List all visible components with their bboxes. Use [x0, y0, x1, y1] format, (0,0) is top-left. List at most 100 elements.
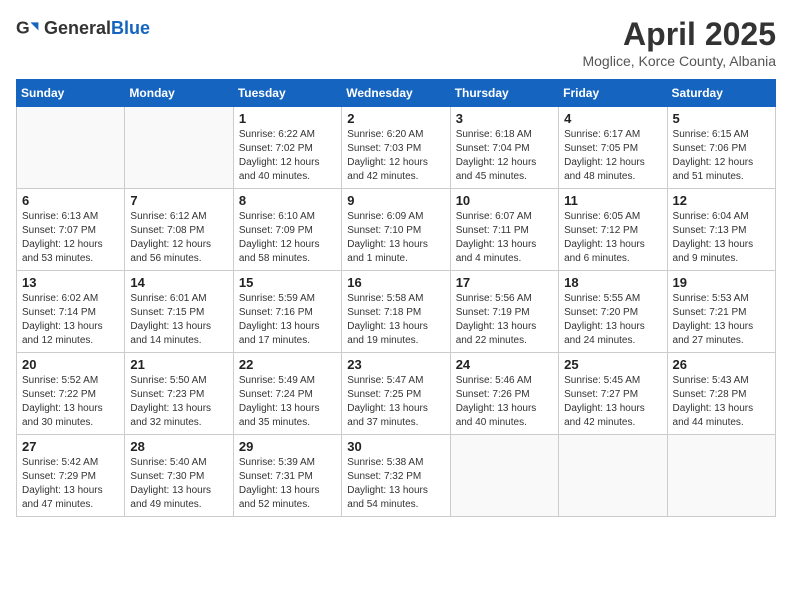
calendar-cell: 24 Sunrise: 5:46 AM Sunset: 7:26 PM Dayli…: [450, 353, 558, 435]
week-row-2: 6 Sunrise: 6:13 AM Sunset: 7:07 PM Daylig…: [17, 189, 776, 271]
day-number: 7: [130, 193, 227, 208]
day-info: Sunrise: 6:10 AM Sunset: 7:09 PM Dayligh…: [239, 210, 336, 266]
day-info: Sunrise: 6:04 AM Sunset: 7:13 PM Dayligh…: [673, 210, 770, 266]
logo-icon: G: [16, 16, 40, 40]
day-number: 26: [673, 357, 770, 372]
day-info: Sunrise: 6:20 AM Sunset: 7:03 PM Dayligh…: [347, 128, 444, 184]
day-number: 12: [673, 193, 770, 208]
day-info: Sunrise: 5:38 AM Sunset: 7:32 PM Dayligh…: [347, 456, 444, 512]
day-number: 9: [347, 193, 444, 208]
calendar-cell: 25 Sunrise: 5:45 AM Sunset: 7:27 PM Dayli…: [559, 353, 667, 435]
day-number: 3: [456, 111, 553, 126]
day-info: Sunrise: 5:50 AM Sunset: 7:23 PM Dayligh…: [130, 374, 227, 430]
calendar-cell: 1Sunrise: 6:22 AM Sunset: 7:02 PM Daylig…: [233, 107, 341, 189]
calendar-cell: 20 Sunrise: 5:52 AM Sunset: 7:22 PM Dayli…: [17, 353, 125, 435]
weekday-header-monday: Monday: [125, 80, 233, 107]
weekday-header-friday: Friday: [559, 80, 667, 107]
day-number: 6: [22, 193, 119, 208]
calendar-cell: 26 Sunrise: 5:43 AM Sunset: 7:28 PM Dayli…: [667, 353, 775, 435]
weekday-header-saturday: Saturday: [667, 80, 775, 107]
day-info: Sunrise: 5:49 AM Sunset: 7:24 PM Dayligh…: [239, 374, 336, 430]
day-info: Sunrise: 5:53 AM Sunset: 7:21 PM Dayligh…: [673, 292, 770, 348]
calendar-cell: 11 Sunrise: 6:05 AM Sunset: 7:12 PM Dayli…: [559, 189, 667, 271]
week-row-1: 1Sunrise: 6:22 AM Sunset: 7:02 PM Daylig…: [17, 107, 776, 189]
svg-text:G: G: [16, 18, 30, 38]
day-number: 28: [130, 439, 227, 454]
day-number: 15: [239, 275, 336, 290]
calendar-cell: 7Sunrise: 6:12 AM Sunset: 7:08 PM Daylig…: [125, 189, 233, 271]
calendar-cell: 5 Sunrise: 6:15 AM Sunset: 7:06 PM Daylig…: [667, 107, 775, 189]
day-info: Sunrise: 6:07 AM Sunset: 7:11 PM Dayligh…: [456, 210, 553, 266]
month-title: April 2025: [582, 16, 776, 53]
day-number: 5: [673, 111, 770, 126]
day-info: Sunrise: 5:56 AM Sunset: 7:19 PM Dayligh…: [456, 292, 553, 348]
calendar-cell: [450, 435, 558, 517]
day-info: Sunrise: 6:09 AM Sunset: 7:10 PM Dayligh…: [347, 210, 444, 266]
weekday-header-wednesday: Wednesday: [342, 80, 450, 107]
day-number: 23: [347, 357, 444, 372]
day-info: Sunrise: 6:05 AM Sunset: 7:12 PM Dayligh…: [564, 210, 661, 266]
day-info: Sunrise: 5:39 AM Sunset: 7:31 PM Dayligh…: [239, 456, 336, 512]
calendar-cell: 14Sunrise: 6:01 AM Sunset: 7:15 PM Dayli…: [125, 271, 233, 353]
page-header: G GeneralBlue April 2025 Moglice, Korce …: [16, 16, 776, 69]
day-number: 25: [564, 357, 661, 372]
day-number: 24: [456, 357, 553, 372]
location-title: Moglice, Korce County, Albania: [582, 53, 776, 69]
logo-blue: Blue: [111, 18, 150, 38]
calendar-cell: 27 Sunrise: 5:42 AM Sunset: 7:29 PM Dayli…: [17, 435, 125, 517]
calendar-cell: 23 Sunrise: 5:47 AM Sunset: 7:25 PM Dayli…: [342, 353, 450, 435]
day-info: Sunrise: 5:42 AM Sunset: 7:29 PM Dayligh…: [22, 456, 119, 512]
weekday-header-row: SundayMondayTuesdayWednesdayThursdayFrid…: [17, 80, 776, 107]
day-number: 16: [347, 275, 444, 290]
calendar-cell: 8 Sunrise: 6:10 AM Sunset: 7:09 PM Daylig…: [233, 189, 341, 271]
day-number: 22: [239, 357, 336, 372]
day-info: Sunrise: 6:02 AM Sunset: 7:14 PM Dayligh…: [22, 292, 119, 348]
day-info: Sunrise: 5:59 AM Sunset: 7:16 PM Dayligh…: [239, 292, 336, 348]
calendar-cell: [667, 435, 775, 517]
calendar-cell: 18Sunrise: 5:55 AM Sunset: 7:20 PM Dayli…: [559, 271, 667, 353]
calendar-cell: 15 Sunrise: 5:59 AM Sunset: 7:16 PM Dayli…: [233, 271, 341, 353]
day-info: Sunrise: 5:47 AM Sunset: 7:25 PM Dayligh…: [347, 374, 444, 430]
day-info: Sunrise: 5:43 AM Sunset: 7:28 PM Dayligh…: [673, 374, 770, 430]
calendar-cell: 21 Sunrise: 5:50 AM Sunset: 7:23 PM Dayli…: [125, 353, 233, 435]
calendar-cell: 9 Sunrise: 6:09 AM Sunset: 7:10 PM Daylig…: [342, 189, 450, 271]
day-number: 27: [22, 439, 119, 454]
day-number: 11: [564, 193, 661, 208]
calendar-cell: 4Sunrise: 6:17 AM Sunset: 7:05 PM Daylig…: [559, 107, 667, 189]
week-row-4: 20 Sunrise: 5:52 AM Sunset: 7:22 PM Dayli…: [17, 353, 776, 435]
day-number: 1: [239, 111, 336, 126]
day-number: 19: [673, 275, 770, 290]
calendar-cell: 30Sunrise: 5:38 AM Sunset: 7:32 PM Dayli…: [342, 435, 450, 517]
logo-general: General: [44, 18, 111, 38]
calendar-cell: 28 Sunrise: 5:40 AM Sunset: 7:30 PM Dayli…: [125, 435, 233, 517]
day-number: 20: [22, 357, 119, 372]
calendar-cell: 2Sunrise: 6:20 AM Sunset: 7:03 PM Daylig…: [342, 107, 450, 189]
calendar-cell: 19 Sunrise: 5:53 AM Sunset: 7:21 PM Dayli…: [667, 271, 775, 353]
calendar-cell: [559, 435, 667, 517]
day-info: Sunrise: 6:15 AM Sunset: 7:06 PM Dayligh…: [673, 128, 770, 184]
day-number: 21: [130, 357, 227, 372]
day-number: 8: [239, 193, 336, 208]
calendar-cell: 17 Sunrise: 5:56 AM Sunset: 7:19 PM Dayli…: [450, 271, 558, 353]
calendar-table: SundayMondayTuesdayWednesdayThursdayFrid…: [16, 79, 776, 517]
day-info: Sunrise: 5:52 AM Sunset: 7:22 PM Dayligh…: [22, 374, 119, 430]
calendar-cell: [17, 107, 125, 189]
calendar-cell: 10 Sunrise: 6:07 AM Sunset: 7:11 PM Dayli…: [450, 189, 558, 271]
calendar-cell: 16 Sunrise: 5:58 AM Sunset: 7:18 PM Dayli…: [342, 271, 450, 353]
day-number: 10: [456, 193, 553, 208]
day-info: Sunrise: 5:40 AM Sunset: 7:30 PM Dayligh…: [130, 456, 227, 512]
day-number: 13: [22, 275, 119, 290]
day-info: Sunrise: 5:45 AM Sunset: 7:27 PM Dayligh…: [564, 374, 661, 430]
day-info: Sunrise: 6:13 AM Sunset: 7:07 PM Dayligh…: [22, 210, 119, 266]
day-info: Sunrise: 6:18 AM Sunset: 7:04 PM Dayligh…: [456, 128, 553, 184]
calendar-cell: 3 Sunrise: 6:18 AM Sunset: 7:04 PM Daylig…: [450, 107, 558, 189]
calendar-cell: 12 Sunrise: 6:04 AM Sunset: 7:13 PM Dayli…: [667, 189, 775, 271]
calendar-cell: 6 Sunrise: 6:13 AM Sunset: 7:07 PM Daylig…: [17, 189, 125, 271]
day-number: 4: [564, 111, 661, 126]
day-number: 14: [130, 275, 227, 290]
calendar-cell: 29Sunrise: 5:39 AM Sunset: 7:31 PM Dayli…: [233, 435, 341, 517]
day-number: 17: [456, 275, 553, 290]
calendar-cell: [125, 107, 233, 189]
day-info: Sunrise: 5:58 AM Sunset: 7:18 PM Dayligh…: [347, 292, 444, 348]
day-info: Sunrise: 5:46 AM Sunset: 7:26 PM Dayligh…: [456, 374, 553, 430]
